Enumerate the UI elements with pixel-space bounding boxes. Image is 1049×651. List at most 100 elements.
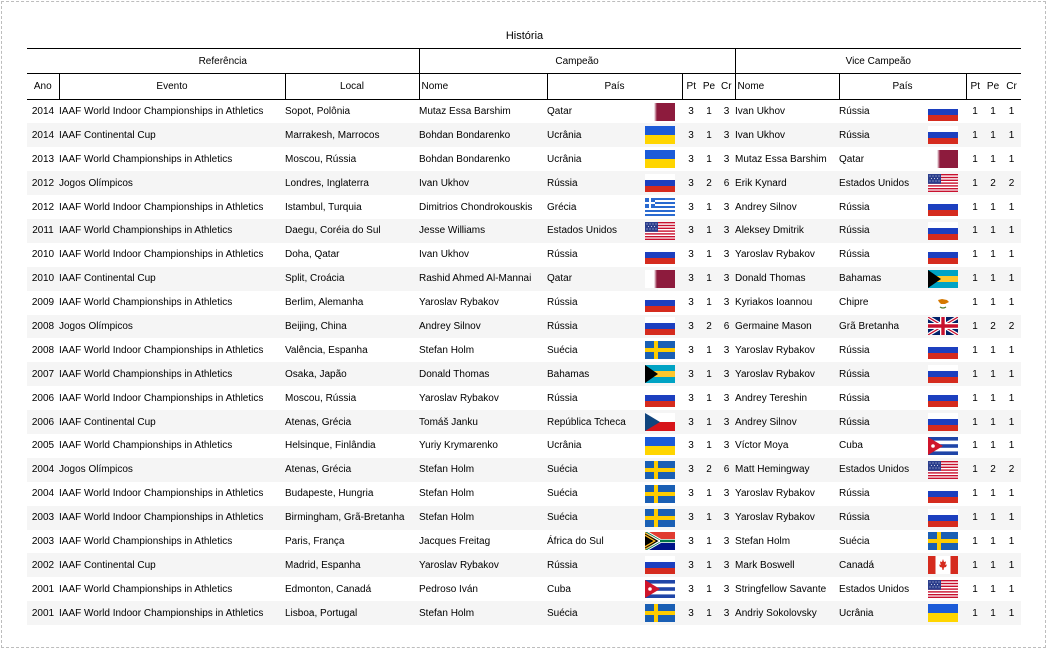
row-runner-name: Aleksey Dmitrik xyxy=(735,218,840,243)
row-flag-cell xyxy=(919,266,967,291)
row-champion-pt: 3 xyxy=(688,488,694,500)
row-event: IAAF World Indoor Championships in Athle… xyxy=(59,392,264,404)
row-flag-cell xyxy=(919,195,966,219)
group-header-runner-up: Vice Campeão xyxy=(734,48,1022,74)
row-runner-country: Rússia xyxy=(839,218,920,243)
row-runner-pt: 1 xyxy=(966,218,985,243)
row-champion-name: Stefan Holm xyxy=(419,457,548,482)
russia-flag-icon xyxy=(644,293,675,312)
row-champion-pe: 1 xyxy=(700,123,719,148)
row-flag-cell xyxy=(637,530,682,554)
russia-flag-icon xyxy=(927,413,958,432)
row-runner-name: Germaine Mason xyxy=(735,314,840,339)
ukraine-flag-icon xyxy=(644,436,675,455)
row-champion-pt: 3 xyxy=(688,153,694,165)
row-champion-pt: 3 xyxy=(688,106,694,118)
row-event: Jogos Olímpicos xyxy=(59,457,285,482)
row-flag-cell xyxy=(919,482,966,506)
row-champion-country: Rússia xyxy=(547,553,638,578)
russia-flag-icon xyxy=(927,198,958,216)
row-champion-pe: 2 xyxy=(700,171,719,196)
row-flag-cell xyxy=(637,171,683,196)
row-champion-country: República Tcheca xyxy=(547,410,638,434)
row-champion-pt: 3 xyxy=(682,553,701,578)
greece-flag-icon xyxy=(644,198,675,216)
row-champion-pe: 1 xyxy=(706,392,712,404)
row-year: 2007 xyxy=(27,362,59,387)
row-runner-country: Rússia xyxy=(839,123,920,148)
row-flag-cell xyxy=(637,195,682,219)
row-flag-cell xyxy=(637,601,683,626)
table-row: 2011 IAAF World Championships in Athletic… xyxy=(27,218,1022,243)
table-row: 2003 IAAF World Indoor Championships in A… xyxy=(27,505,1022,530)
russia-flag-icon xyxy=(644,317,675,336)
row-runner-pe: 1 xyxy=(990,106,996,118)
row-champion-cr: 3 xyxy=(723,440,730,452)
sweden-flag-icon xyxy=(644,484,675,503)
cuba-flag-icon xyxy=(644,580,675,599)
row-flag-cell xyxy=(919,386,966,410)
czech-flag-icon xyxy=(644,413,675,432)
row-runner-cr: 1 xyxy=(1008,583,1015,595)
row-champion-pe: 1 xyxy=(706,106,712,118)
row-runner-pe: 1 xyxy=(990,392,996,404)
row-champion-name: Stefan Holm xyxy=(419,601,548,626)
row-champion-name: Tomáš Janku xyxy=(419,410,548,434)
table-row: 2009 IAAF World Championships in Athletic… xyxy=(27,291,1021,315)
row-champion-cr: 3 xyxy=(723,535,730,547)
row-flag-cell xyxy=(919,123,967,148)
row-champion-cr: 3 xyxy=(723,392,730,404)
row-flag-cell xyxy=(637,291,682,315)
row-runner-cr: 1 xyxy=(1002,362,1022,387)
row-champion-cr: 6 xyxy=(718,314,736,339)
row-champion-country: Rússia xyxy=(547,314,638,339)
row-champion-country: África do Sul xyxy=(547,535,604,547)
row-runner-pe: 1 xyxy=(990,153,996,165)
row-runner-pt: 1 xyxy=(972,535,978,547)
row-champion-country: Suécia xyxy=(547,601,638,626)
row-year: 2012 xyxy=(31,201,55,213)
row-runner-pt: 1 xyxy=(966,505,985,530)
row-runner-cr: 2 xyxy=(1002,457,1022,482)
row-event: IAAF World Championships in Athletics xyxy=(59,440,233,452)
row-runner-pe: 2 xyxy=(984,314,1003,339)
row-runner-pt: 1 xyxy=(966,410,985,434)
row-year: 2013 xyxy=(31,153,55,165)
col-header-champion-country: País xyxy=(546,73,683,100)
row-runner-cr: 1 xyxy=(1008,249,1015,261)
usa-flag-icon xyxy=(927,174,958,193)
row-runner-pt: 1 xyxy=(972,201,978,213)
row-year: 2014 xyxy=(27,123,59,148)
row-champion-pt: 3 xyxy=(682,123,701,148)
row-year: 2003 xyxy=(31,535,55,547)
row-runner-name: Erik Kynard xyxy=(735,171,840,196)
row-champion-pt: 3 xyxy=(682,505,701,530)
table-row: 2012 Jogos Olímpicos Londres, Inglaterra Iv… xyxy=(27,171,1022,196)
row-champion-country: Bahamas xyxy=(547,362,638,387)
row-location: Marrakesh, Marrocos xyxy=(285,123,420,148)
row-runner-pe: 1 xyxy=(990,440,996,452)
table-row: 2004 IAAF World Indoor Championships in A… xyxy=(27,482,1021,506)
row-event: IAAF World Championships in Athletics xyxy=(59,153,233,165)
row-year: 2010 xyxy=(27,266,59,291)
row-champion-pe: 1 xyxy=(706,249,712,261)
row-champion-name: Bohdan Bondarenko xyxy=(419,153,511,165)
row-event: IAAF World Championships in Athletics xyxy=(59,583,233,595)
row-champion-country: Cuba xyxy=(547,583,571,595)
table-row: 2008 IAAF World Indoor Championships in A… xyxy=(27,338,1021,362)
row-champion-name: Yaroslav Rybakov xyxy=(419,392,499,404)
row-runner-pt: 1 xyxy=(966,601,985,626)
table-row: 2006 IAAF Continental Cup Atenas, Grécia To… xyxy=(27,410,1022,434)
row-year: 2001 xyxy=(31,583,55,595)
row-location: Madrid, Espanha xyxy=(285,553,420,578)
row-champion-cr: 3 xyxy=(718,266,736,291)
row-runner-pe: 1 xyxy=(984,266,1003,291)
table-row: 2007 IAAF World Championships in Athletic… xyxy=(27,362,1022,387)
table-row: 2012 IAAF World Indoor Championships in A… xyxy=(27,195,1021,219)
row-flag-cell xyxy=(919,530,966,554)
row-runner-pe: 1 xyxy=(990,297,996,309)
row-runner-pt: 1 xyxy=(966,457,985,482)
row-champion-cr: 3 xyxy=(723,297,730,309)
row-event: IAAF World Indoor Championships in Athle… xyxy=(59,106,264,118)
row-flag-cell xyxy=(637,577,682,601)
